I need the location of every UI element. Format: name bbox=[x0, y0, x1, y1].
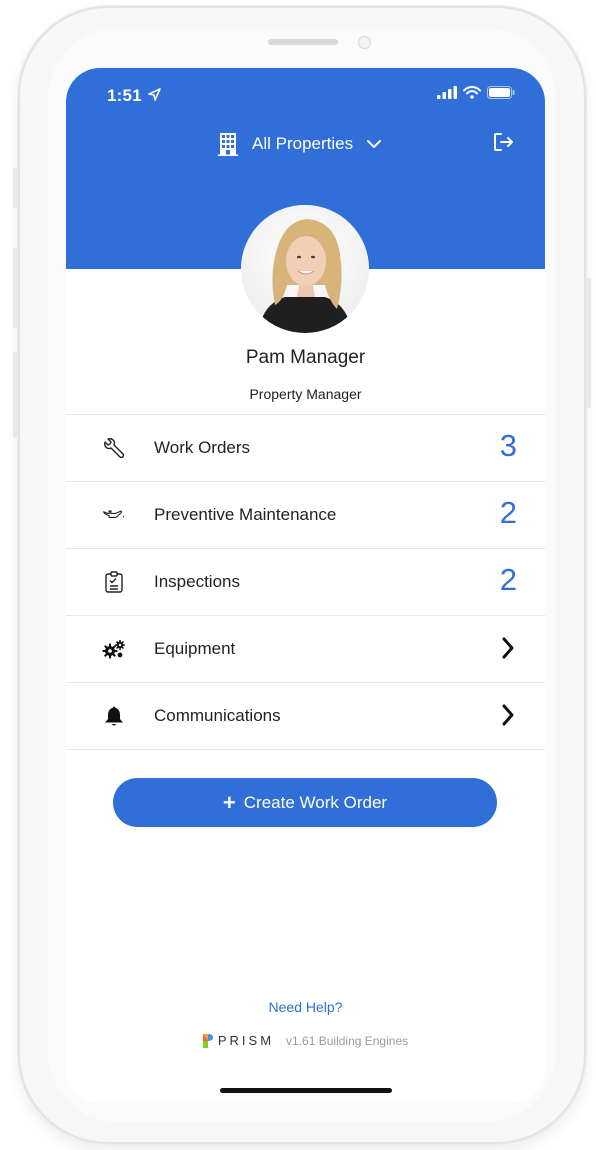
menu-item-label: Preventive Maintenance bbox=[154, 505, 337, 524]
plus-icon: + bbox=[222, 789, 236, 815]
signal-icon bbox=[437, 86, 457, 99]
menu-item-communications[interactable]: Communications bbox=[66, 683, 545, 750]
chevron-right-icon bbox=[502, 637, 514, 659]
menu-item-label: Work Orders bbox=[154, 438, 251, 457]
preventive-maintenance-count: 2 bbox=[499, 495, 517, 530]
brand-name: PRISM bbox=[217, 1033, 275, 1048]
need-help-link[interactable]: Need Help? bbox=[66, 999, 545, 1015]
app-screen: 1:51 All Properties Pam Manager Property… bbox=[66, 68, 545, 1103]
property-selector[interactable]: All Properties bbox=[218, 130, 382, 158]
gears-icon bbox=[102, 637, 126, 661]
status-bar: 1:51 bbox=[66, 68, 545, 118]
location-arrow-icon bbox=[148, 88, 161, 101]
status-icons bbox=[437, 86, 515, 99]
avatar bbox=[241, 205, 369, 333]
front-camera bbox=[358, 36, 371, 49]
inspections-count: 2 bbox=[499, 562, 517, 597]
main-menu: Work Orders 3 Preventive Maintenance 2 I… bbox=[66, 414, 545, 750]
menu-item-label: Equipment bbox=[154, 639, 236, 658]
app-version: v1.61 Building Engines bbox=[286, 1033, 409, 1048]
menu-item-equipment[interactable]: Equipment bbox=[66, 616, 545, 683]
menu-item-work-orders[interactable]: Work Orders 3 bbox=[66, 415, 545, 482]
profile-name: Pam Manager bbox=[245, 347, 366, 368]
power-button bbox=[586, 278, 591, 408]
menu-item-label: Communications bbox=[154, 706, 281, 725]
chevron-right-icon bbox=[502, 704, 514, 726]
menu-item-label: Inspections bbox=[154, 572, 240, 591]
menu-item-preventive-maintenance[interactable]: Preventive Maintenance 2 bbox=[66, 482, 545, 549]
wifi-icon bbox=[463, 86, 481, 99]
chevron-down-icon bbox=[367, 139, 382, 148]
create-work-order-label: Create Work Order bbox=[243, 792, 388, 812]
property-selector-label: All Properties bbox=[252, 134, 354, 153]
volume-down-button bbox=[13, 352, 18, 438]
volume-up-button bbox=[13, 248, 18, 328]
clipboard-icon bbox=[102, 570, 126, 594]
wrench-icon bbox=[102, 436, 126, 460]
speaker-grille bbox=[268, 39, 338, 45]
profile-photo bbox=[241, 205, 369, 333]
logout-icon[interactable] bbox=[493, 132, 515, 152]
battery-icon bbox=[487, 86, 515, 99]
home-indicator[interactable] bbox=[220, 1088, 392, 1093]
profile-role: Property Manager bbox=[249, 386, 362, 402]
work-orders-count: 3 bbox=[499, 428, 517, 463]
create-work-order-button[interactable]: + Create Work Order bbox=[113, 778, 497, 827]
building-icon bbox=[218, 133, 238, 156]
status-time: 1:51 bbox=[107, 86, 142, 105]
oil-can-icon bbox=[102, 503, 126, 527]
prism-logo-icon bbox=[202, 1033, 213, 1048]
menu-item-inspections[interactable]: Inspections 2 bbox=[66, 549, 545, 616]
bell-icon bbox=[102, 704, 126, 728]
mute-switch bbox=[13, 168, 18, 208]
app-footer: PRISM v1.61 Building Engines bbox=[66, 1033, 545, 1048]
